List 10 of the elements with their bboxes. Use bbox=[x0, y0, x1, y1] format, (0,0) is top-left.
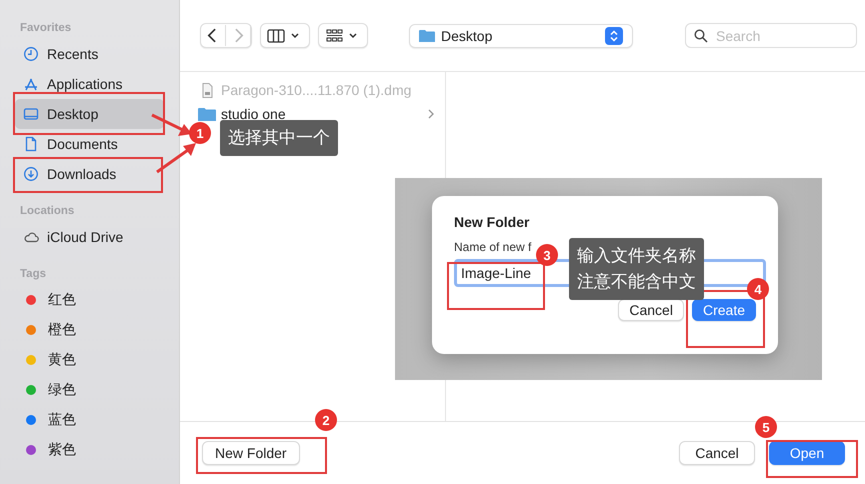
step-badge: 2 bbox=[315, 409, 337, 431]
step-badge: 1 bbox=[189, 122, 211, 144]
step-badge: 5 bbox=[755, 416, 777, 438]
dialog-title: New Folder bbox=[454, 214, 530, 230]
annotation-tooltip: 选择其中一个 bbox=[220, 120, 338, 156]
annotation-tooltip: 输入文件夹名称 注意不能含中文 bbox=[569, 238, 704, 300]
section-header: Favorites bbox=[19, 22, 72, 34]
section-header: Locations bbox=[19, 205, 76, 217]
field-label: Name of new f bbox=[454, 240, 532, 254]
section-header: Tags bbox=[19, 268, 47, 280]
